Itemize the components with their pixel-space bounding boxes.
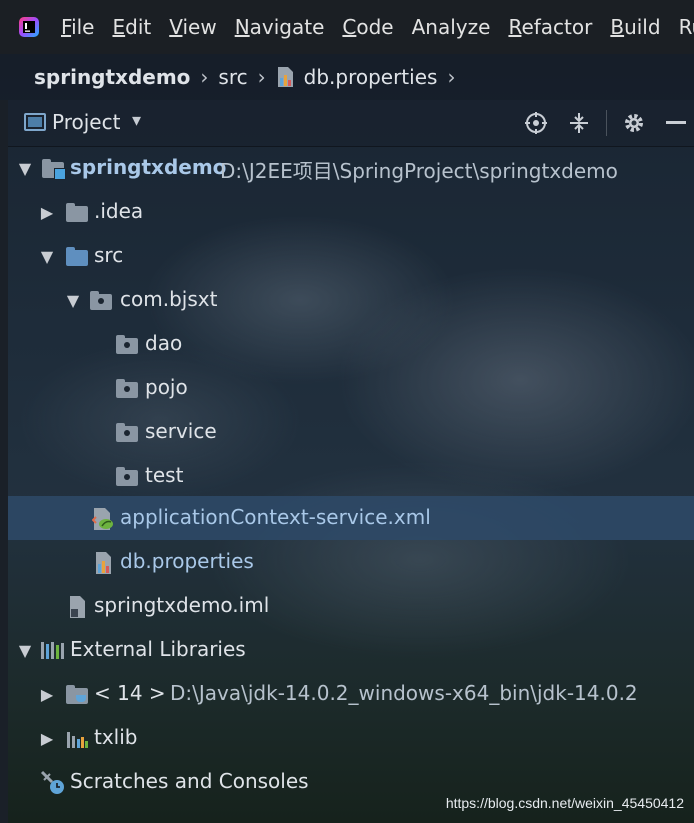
package-icon [90,291,112,311]
file-name: springtxdemo.iml [94,593,270,617]
expanded-arrow-icon[interactable]: ▼ [18,159,32,178]
spring-xml-file-icon [91,507,114,531]
breadcrumb-file[interactable]: db.properties [304,65,438,89]
package-icon [116,379,138,399]
hide-panel-icon[interactable] [666,121,686,124]
project-view-label[interactable]: Project [52,110,120,134]
locate-icon[interactable] [524,111,548,135]
tree-row-app-context[interactable]: applicationContext-service.xml [8,496,694,540]
watermark: https://blog.csdn.net/weixin_45450412 [445,795,684,811]
properties-file-icon [94,551,114,575]
settings-gear-icon[interactable] [622,111,646,135]
project-view-icon [24,113,46,131]
folder-icon [66,203,88,223]
project-path: D:\J2EE项目\SpringProject\springtxdemo [220,159,618,183]
file-name: applicationContext-service.xml [120,505,431,529]
tree-row-subpackage[interactable]: service [8,410,694,454]
project-name: springtxdemo [70,155,227,179]
menu-view[interactable]: View [160,15,225,39]
package-name: test [145,463,184,487]
menu-analyze[interactable]: Analyze [403,15,500,39]
menu-edit[interactable]: Edit [103,15,160,39]
intellij-logo-icon [18,16,40,38]
jdk-folder-icon [66,685,88,705]
tool-window-stripe [0,100,8,823]
toolbar-divider [606,110,607,136]
package-icon [116,335,138,355]
menu-code[interactable]: Code [333,15,402,39]
menu-refactor[interactable]: Refactor [499,15,601,39]
expanded-arrow-icon[interactable]: ▼ [18,641,32,660]
tree-row-subpackage[interactable]: dao [8,322,694,366]
scratches-icon [40,770,66,796]
library-icon [66,728,90,750]
file-name: db.properties [120,549,254,573]
package-name: com.bjsxt [120,287,218,311]
expanded-arrow-icon[interactable]: ▼ [66,291,80,310]
jdk-path: D:\Java\jdk-14.0.2_windows-x64_bin\jdk-1… [170,681,638,705]
breadcrumb-separator: › [200,65,209,89]
menu-build[interactable]: Build [601,15,669,39]
tree-row-external-libraries[interactable]: ▼ External Libraries [8,628,694,672]
collapse-all-icon[interactable] [568,111,590,135]
breadcrumb-src[interactable]: src [218,65,247,89]
folder-name: src [94,243,124,267]
collapsed-arrow-icon[interactable]: ▶ [40,203,54,222]
tree-row-subpackage[interactable]: pojo [8,366,694,410]
breadcrumb-separator: › [447,65,456,89]
tree-row-project-root[interactable]: ▼ springtxdemo D:\J2EE项目\SpringProject\s… [8,146,694,190]
menu-navigate[interactable]: Navigate [226,15,334,39]
package-icon [116,467,138,487]
expanded-arrow-icon[interactable]: ▼ [40,247,54,266]
folder-name: .idea [94,199,144,223]
tree-row-txlib[interactable]: ▶ txlib [8,716,694,760]
tree-row-jdk[interactable]: ▶ < 14 > D:\Java\jdk-14.0.2_windows-x64_… [8,672,694,716]
iml-file-icon [68,595,88,619]
tree-row-package[interactable]: ▼ com.bjsxt [8,278,694,322]
external-libraries-label: External Libraries [70,637,246,661]
project-toolbar: Project ▾ [8,100,694,147]
package-name: pojo [145,375,188,399]
collapsed-arrow-icon[interactable]: ▶ [40,685,54,704]
breadcrumb-separator: › [257,65,266,89]
tree-row-iml[interactable]: springtxdemo.iml [8,584,694,628]
view-dropdown-icon[interactable]: ▾ [132,110,141,131]
breadcrumb-project[interactable]: springtxdemo [34,65,190,89]
module-folder-icon [42,159,66,180]
libraries-icon [40,639,66,661]
menu-file[interactable]: File [52,15,103,39]
tree-row-db-properties[interactable]: db.properties [8,540,694,584]
source-folder-icon [66,247,88,267]
tree-row-subpackage[interactable]: test [8,454,694,498]
package-name: dao [145,331,183,355]
jdk-version: < 14 > [94,681,166,705]
collapsed-arrow-icon[interactable]: ▶ [40,729,54,748]
library-name: txlib [94,725,138,749]
package-icon [116,423,138,443]
scratches-label: Scratches and Consoles [70,769,309,793]
properties-file-icon [276,66,296,88]
tree-row-idea[interactable]: ▶ .idea [8,190,694,234]
menu-run[interactable]: Run [670,15,694,39]
breadcrumb: springtxdemo › src › db.properties › [0,54,694,100]
menu-bar: File Edit View Navigate Code Analyze Ref… [0,0,694,54]
tree-row-src[interactable]: ▼ src [8,234,694,278]
package-name: service [145,419,217,443]
